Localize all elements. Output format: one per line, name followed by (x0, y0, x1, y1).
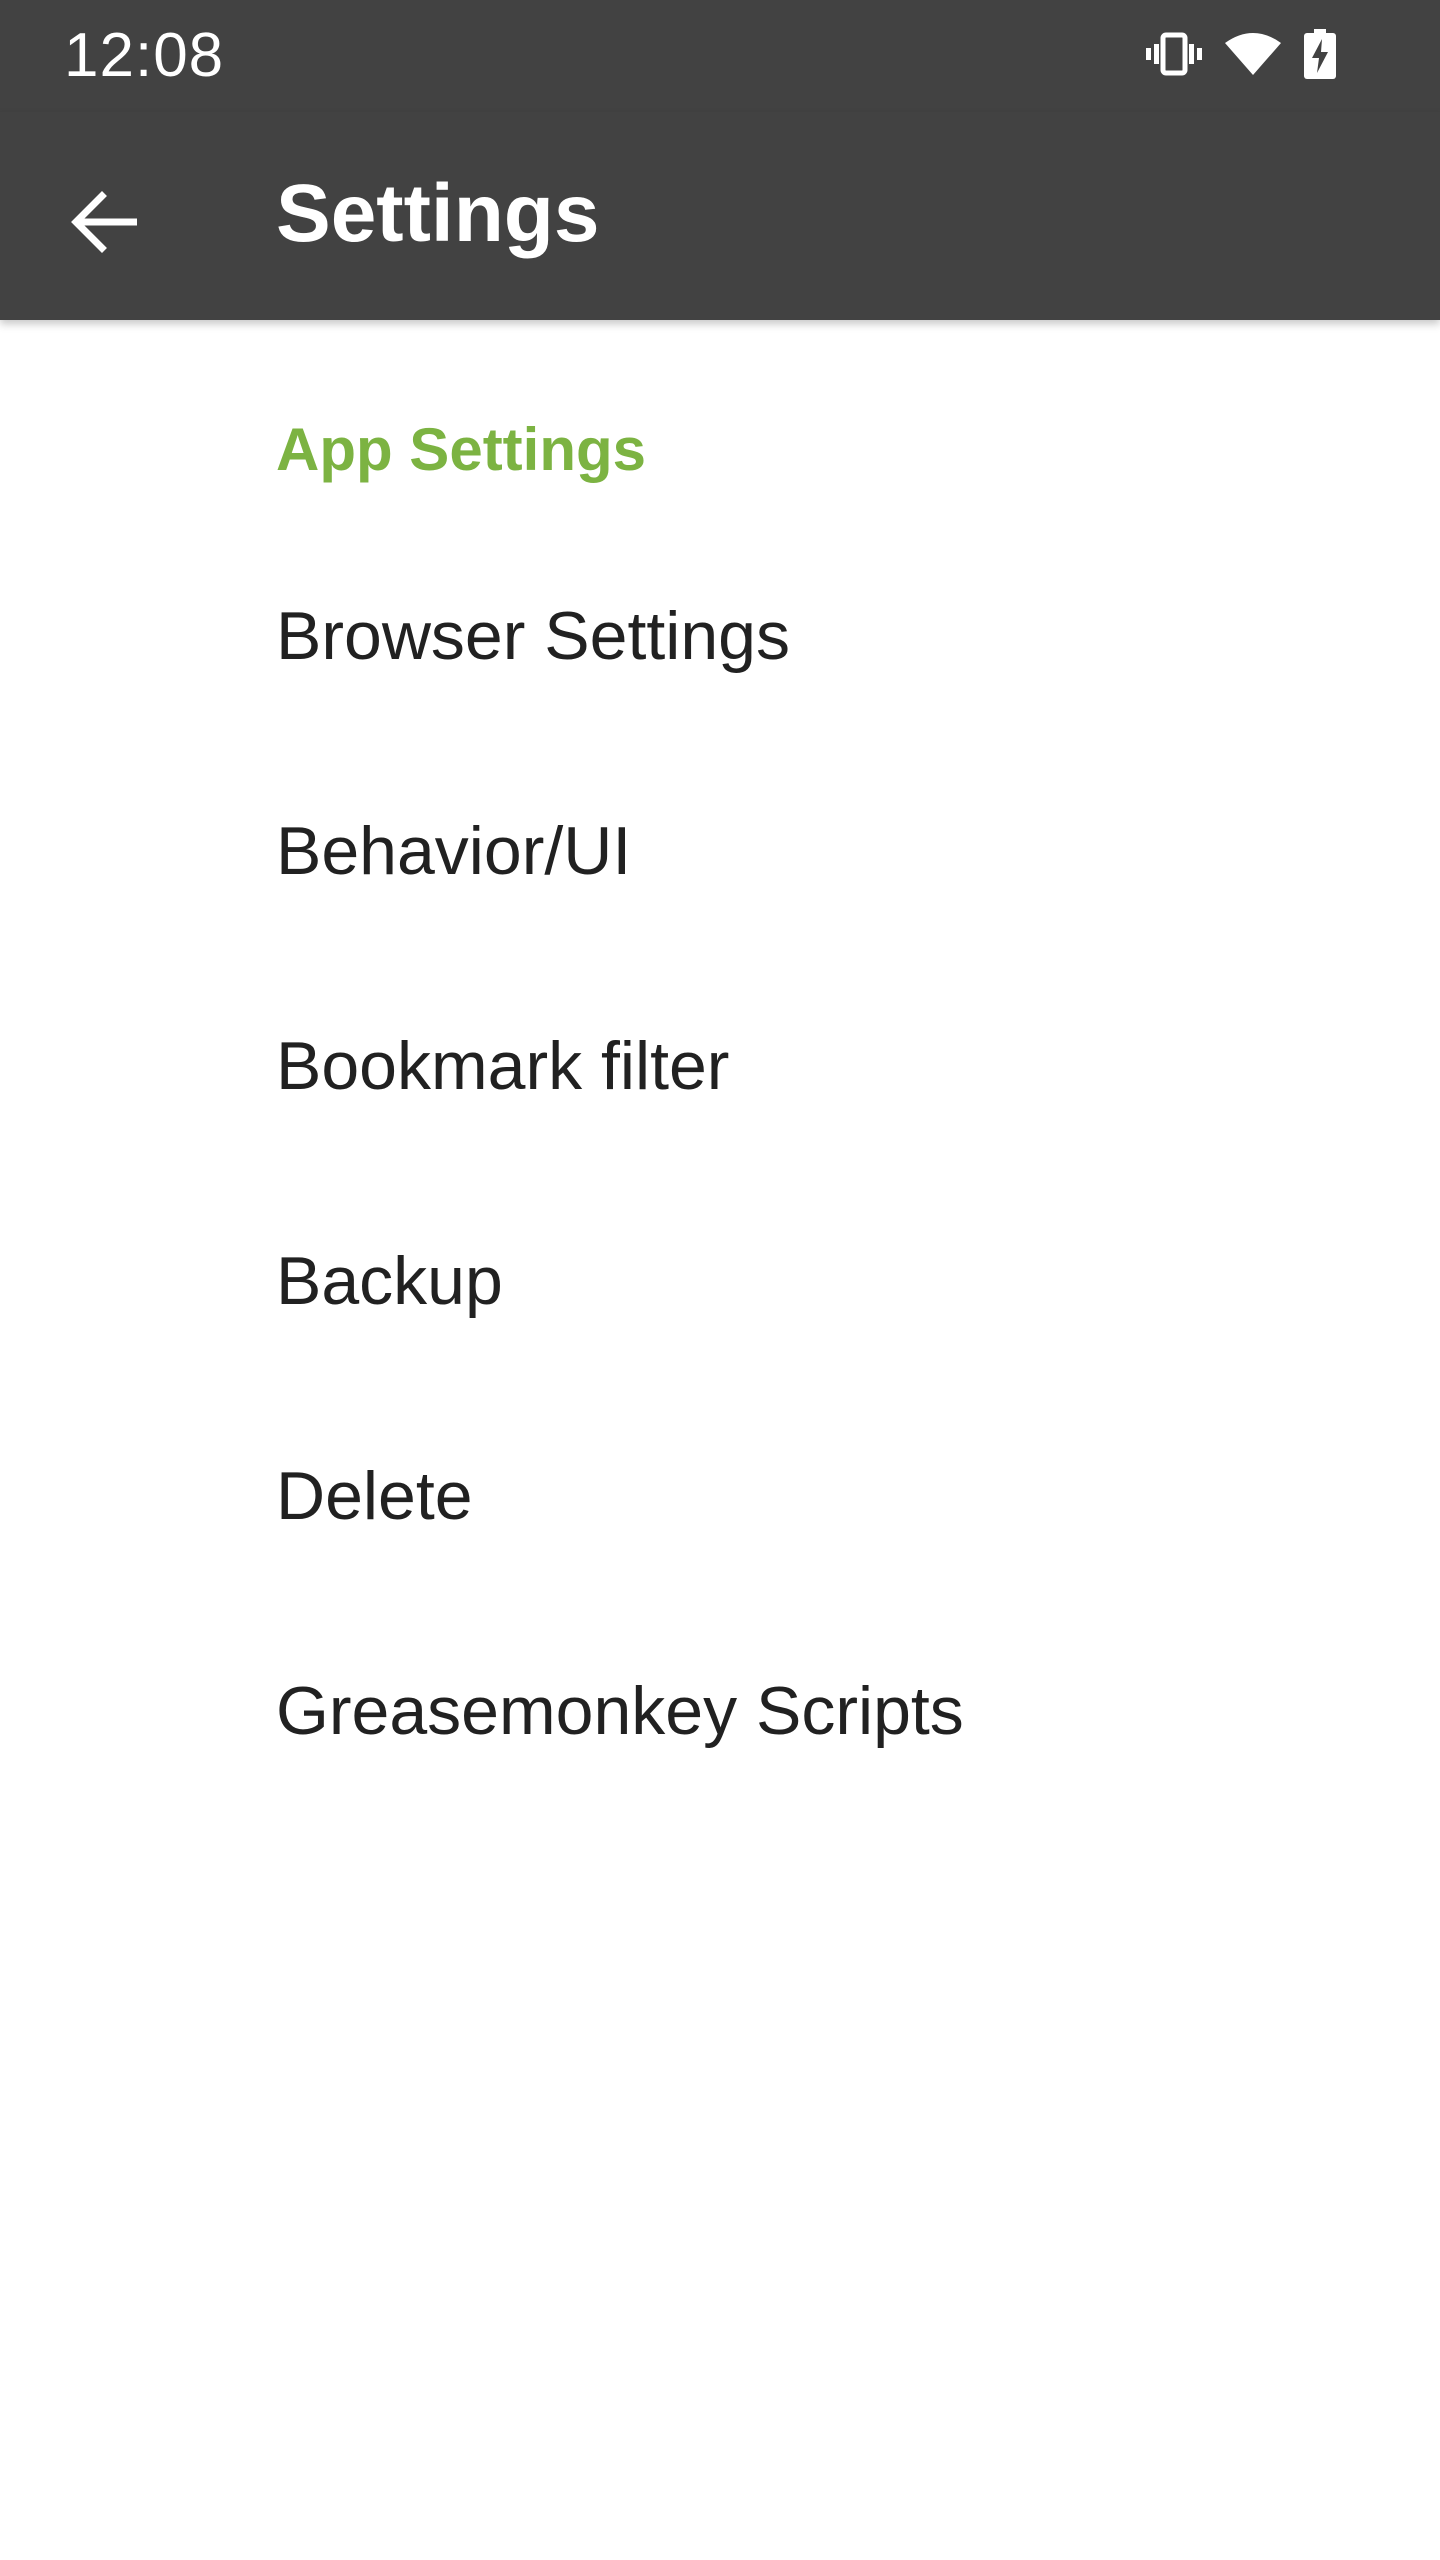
wifi-icon (1224, 31, 1282, 77)
app-bar: Settings (0, 112, 1440, 320)
pref-item-bookmark-filter[interactable]: Bookmark filter (0, 958, 1440, 1173)
pref-item-backup[interactable]: Backup (0, 1173, 1440, 1388)
category-title-app-settings: App Settings (276, 416, 646, 483)
pref-item-greasemonkey-scripts[interactable]: Greasemonkey Scripts (0, 1603, 1440, 1818)
pref-item-label: Backup (276, 1243, 503, 1319)
pref-item-label: Delete (276, 1458, 473, 1534)
preference-list: Browser Settings Behavior/UI Bookmark fi… (0, 528, 1440, 1818)
pref-item-browser-settings[interactable]: Browser Settings (0, 528, 1440, 743)
status-bar: 12:08 (0, 0, 1440, 112)
page-title: Settings (276, 168, 600, 259)
vibrate-icon (1146, 32, 1202, 76)
arrow-back-icon (71, 190, 139, 258)
status-time: 12:08 (64, 21, 225, 90)
battery-charging-icon (1304, 29, 1336, 79)
pref-item-behavior-ui[interactable]: Behavior/UI (0, 743, 1440, 958)
pref-item-delete[interactable]: Delete (0, 1388, 1440, 1603)
back-button[interactable] (48, 168, 160, 280)
pref-item-label: Behavior/UI (276, 813, 632, 889)
pref-item-label: Bookmark filter (276, 1028, 730, 1104)
status-icons (1146, 24, 1336, 84)
pref-item-label: Greasemonkey Scripts (276, 1673, 964, 1749)
pref-item-label: Browser Settings (276, 598, 790, 674)
